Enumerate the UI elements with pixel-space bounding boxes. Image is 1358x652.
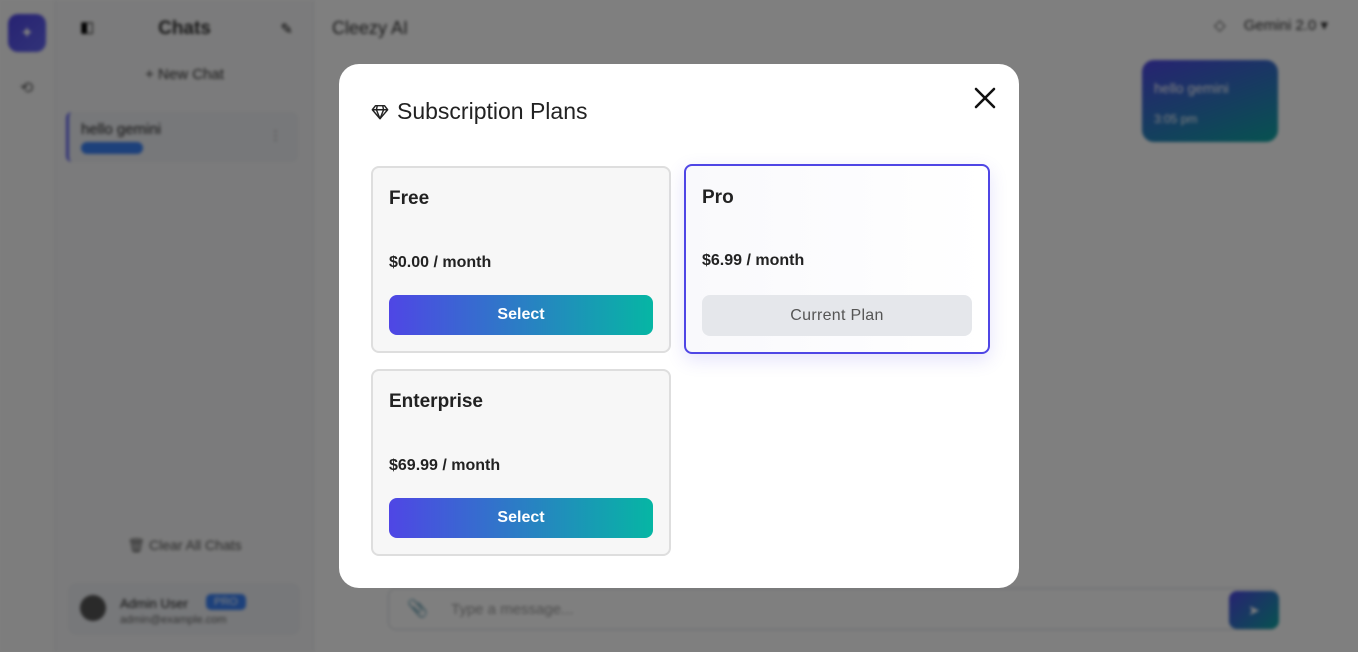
select-free-button[interactable]: Select: [389, 295, 653, 335]
plan-price: $69.99 / month: [389, 457, 501, 474]
close-icon[interactable]: [971, 84, 999, 112]
plan-price: $6.99 / month: [702, 252, 805, 269]
plan-name: Free: [389, 188, 430, 209]
current-plan-button[interactable]: Current Plan: [702, 295, 972, 336]
plan-name: Pro: [702, 187, 734, 208]
select-enterprise-button[interactable]: Select: [389, 498, 653, 538]
subscription-modal: Subscription Plans Free $0.00 / month Se…: [339, 64, 1019, 588]
plan-card-enterprise: Enterprise $69.99 / month Select: [371, 369, 671, 556]
plan-price: $0.00 / month: [389, 254, 492, 271]
modal-header: Subscription Plans: [371, 98, 588, 125]
modal-title: Subscription Plans: [397, 98, 588, 124]
plan-name: Enterprise: [389, 391, 483, 412]
gem-icon: [371, 104, 389, 119]
plan-card-pro: Pro $6.99 / month Current Plan: [684, 164, 990, 354]
plan-card-free: Free $0.00 / month Select: [371, 166, 671, 353]
